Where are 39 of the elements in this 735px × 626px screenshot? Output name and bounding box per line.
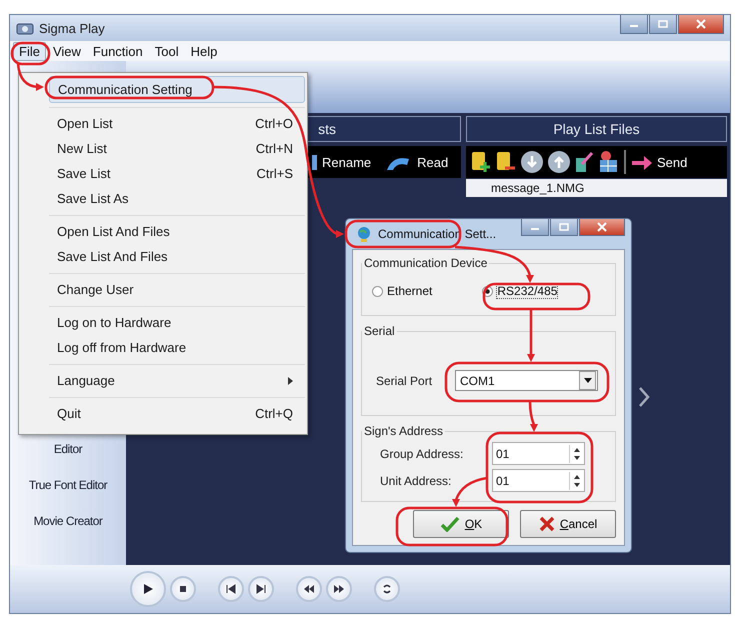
cancel-button[interactable]: Cancel [520,510,616,538]
radio-option[interactable]: Ethernet [372,284,432,298]
ok-button[interactable]: OK [413,510,509,538]
field-label: Unit Address: [380,474,452,488]
radio-option[interactable]: RS232/485 [482,284,558,298]
panel-title: sts [318,121,336,137]
sidebar-item[interactable]: Editor [54,442,82,456]
menu-entry[interactable]: Change User [49,277,305,302]
rename-button[interactable]: Rename [312,153,372,171]
menu-item[interactable]: Function [88,42,148,60]
sidebar-item[interactable]: True Font Editor [28,478,108,492]
file-row[interactable]: message_1.NMG [466,179,727,197]
send-button[interactable]: Send [631,153,688,171]
menu-item[interactable]: Tool [150,42,184,60]
field-label: Group Address: [380,446,464,460]
menu-entry[interactable]: Save List Ctrl+S [49,161,305,186]
menu-entry[interactable]: New List Ctrl+N [49,136,305,161]
menu-entry[interactable]: Log on to Hardware [49,310,305,335]
group-label: Sign's Address [363,424,444,438]
group-label: Communication Device [363,256,488,270]
menu-entry[interactable]: Open List Ctrl+O [49,111,305,136]
menu-item[interactable]: Help [186,42,222,60]
number-spinner[interactable]: 01 [492,442,585,465]
panel-title: Play List Files [553,121,640,137]
dialog-title: Communication Sett... [378,227,496,241]
field-label: Serial Port [376,374,432,388]
menu-item[interactable]: View [48,42,86,60]
menu-entry[interactable]: Open List And Files [49,219,305,244]
sidebar-item[interactable]: Movie Creator [34,514,102,528]
serial-port-dropdown[interactable]: COM1 [455,370,598,391]
menu-entry[interactable]: Language [49,368,305,393]
menu-entry[interactable]: Save List And Files [49,244,305,269]
menu-entry[interactable]: Quit Ctrl+Q [49,401,305,426]
read-button[interactable]: Read [385,153,448,171]
group-label: Serial [363,324,396,338]
window-title: Sigma Play [39,20,105,36]
number-spinner[interactable]: 01 [492,469,585,492]
menu-entry[interactable]: Log off from Hardware [49,335,305,360]
menu-entry[interactable]: Save List As [49,186,305,211]
